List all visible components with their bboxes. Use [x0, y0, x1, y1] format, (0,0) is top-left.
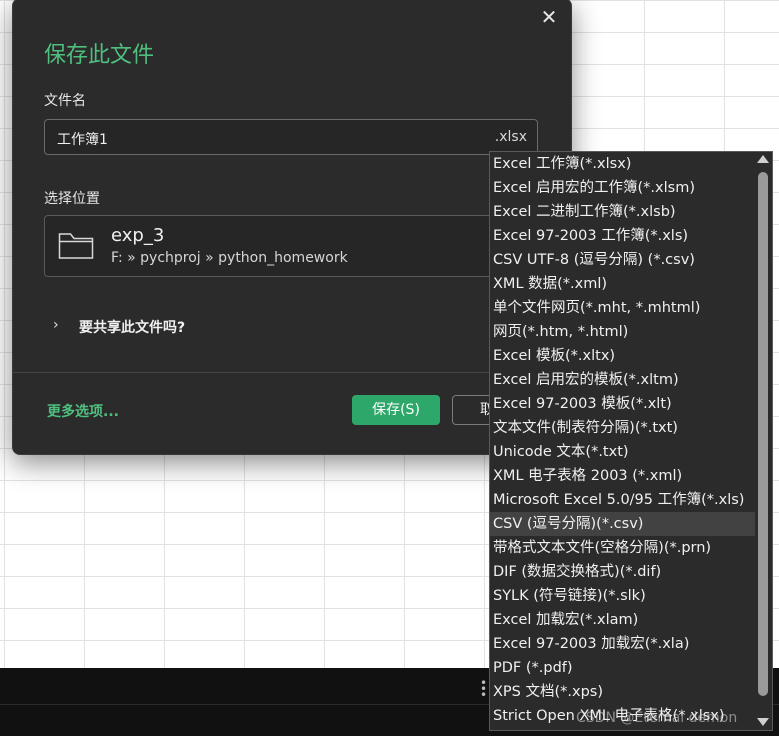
save-file-dialog: ✕ 保存此文件 文件名 工作簿1 .xlsx 选择位置 exp_3 F: » p… — [12, 0, 572, 455]
save-button[interactable]: 保存(S) — [352, 395, 440, 425]
filetype-option[interactable]: 单个文件网页(*.mht, *.mhtml) — [490, 296, 755, 320]
location-name: exp_3 — [111, 225, 165, 246]
filetype-dropdown-list[interactable]: Excel 工作簿(*.xlsx) Excel 启用宏的工作簿(*.xlsm) Ex… — [489, 151, 773, 731]
filetype-option[interactable]: Excel 工作簿(*.xlsx) — [490, 152, 755, 176]
scroll-thumb[interactable] — [758, 172, 768, 696]
location-picker[interactable]: exp_3 F: » pychproj » python_homework — [44, 215, 538, 277]
location-path: F: » pychproj » python_homework — [111, 250, 348, 266]
dialog-title: 保存此文件 — [44, 43, 155, 68]
filetype-option[interactable]: Microsoft Excel 5.0/95 工作簿(*.xls) — [490, 488, 755, 512]
filetype-option[interactable]: 文本文件(制表符分隔)(*.txt) — [490, 416, 755, 440]
scroll-up-arrow-icon[interactable] — [757, 155, 769, 163]
filetype-option[interactable]: PDF (*.pdf) — [490, 656, 755, 680]
location-label: 选择位置 — [44, 191, 100, 207]
share-label: 要共享此文件吗? — [79, 320, 186, 336]
more-dots-icon[interactable]: • • • — [480, 677, 487, 701]
filetype-selector[interactable]: .xlsx — [495, 129, 527, 145]
filetype-option[interactable]: Excel 97-2003 加载宏(*.xla) — [490, 632, 755, 656]
filetype-option[interactable]: Excel 加载宏(*.xlam) — [490, 608, 755, 632]
filetype-option[interactable]: CSV UTF-8 (逗号分隔) (*.csv) — [490, 248, 755, 272]
filename-label: 文件名 — [44, 93, 86, 109]
filetype-option[interactable]: Excel 模板(*.xltx) — [490, 344, 755, 368]
filetype-option[interactable]: Excel 二进制工作簿(*.xlsb) — [490, 200, 755, 224]
filetype-option[interactable]: XPS 文档(*.xps) — [490, 680, 755, 704]
filetype-option[interactable]: XML 数据(*.xml) — [490, 272, 755, 296]
filename-value[interactable]: 工作簿1 — [57, 129, 108, 149]
close-icon[interactable]: ✕ — [537, 5, 561, 29]
scroll-down-arrow-icon[interactable] — [757, 718, 769, 726]
folder-icon — [58, 233, 94, 259]
filetype-option[interactable]: XML 电子表格 2003 (*.xml) — [490, 464, 755, 488]
filetype-option[interactable]: Excel 97-2003 工作簿(*.xls) — [490, 224, 755, 248]
filetype-option[interactable]: SYLK (符号链接)(*.slk) — [490, 584, 755, 608]
filetype-option[interactable]: Excel 启用宏的模板(*.xltm) — [490, 368, 755, 392]
watermark: CSDN @Eternal demon — [576, 710, 738, 726]
chevron-right-icon: › — [53, 317, 59, 333]
filetype-option[interactable]: DIF (数据交换格式)(*.dif) — [490, 560, 755, 584]
dropdown-scrollbar[interactable] — [754, 152, 772, 730]
filetype-option[interactable]: 带格式文本文件(空格分隔)(*.prn) — [490, 536, 755, 560]
filetype-option[interactable]: Excel 启用宏的工作簿(*.xlsm) — [490, 176, 755, 200]
filetype-option[interactable]: Unicode 文本(*.txt) — [490, 440, 755, 464]
dialog-divider — [13, 372, 571, 373]
filetype-option[interactable]: Excel 97-2003 模板(*.xlt) — [490, 392, 755, 416]
filetype-option[interactable]: 网页(*.htm, *.html) — [490, 320, 755, 344]
filetype-option[interactable]: CSV (逗号分隔)(*.csv) — [490, 512, 755, 536]
more-options-link[interactable]: 更多选项... — [47, 401, 119, 421]
filename-field[interactable]: 工作簿1 .xlsx — [44, 119, 538, 155]
